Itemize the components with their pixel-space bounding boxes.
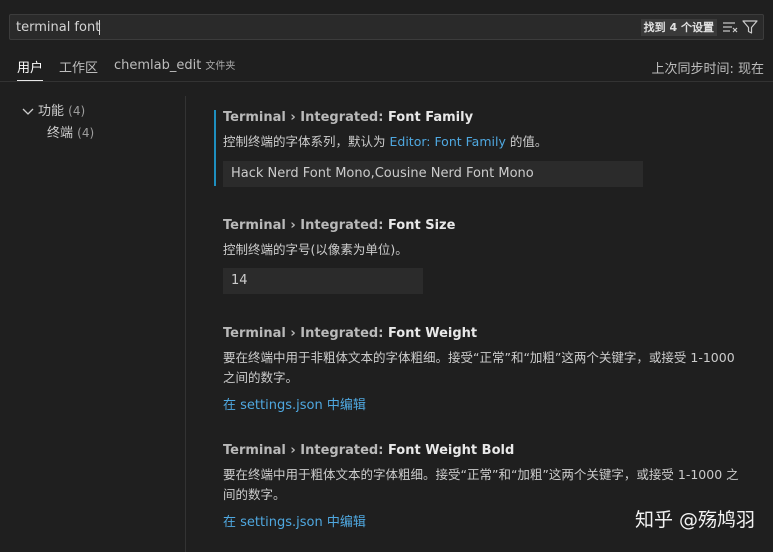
tab-user[interactable]: 用户 bbox=[17, 57, 44, 81]
setting-font-size: Terminal › Integrated: Font Size 控制终端的字号… bbox=[214, 218, 754, 298]
focus-indicator bbox=[214, 110, 216, 186]
setting-font-family: Terminal › Integrated: Font Family 控制终端的… bbox=[214, 110, 754, 190]
filter-icon[interactable] bbox=[741, 18, 759, 36]
search-result-count: 找到 4 个设置 bbox=[640, 19, 717, 36]
sync-status: 上次同步时间: 现在 bbox=[651, 62, 764, 77]
tab-folder-sublabel: 文件夹 bbox=[205, 61, 236, 72]
desc-text-after: 的值。 bbox=[505, 134, 548, 149]
setting-font-weight: Terminal › Integrated: Font Weight 要在终端中… bbox=[214, 326, 754, 416]
toc-terminal-count: (4) bbox=[77, 126, 95, 140]
toc-item-terminal[interactable]: 终端 (4) bbox=[47, 122, 94, 141]
setting-description: 控制终端的字号(以像素为单位)。 bbox=[223, 242, 408, 257]
toc-features-count: (4) bbox=[68, 104, 86, 118]
setting-title: Terminal › Integrated: Font Weight bbox=[223, 326, 477, 341]
clear-filter-icon[interactable] bbox=[721, 18, 739, 36]
edit-in-settings-json-link[interactable]: 在 settings.json 中编辑 bbox=[223, 511, 366, 530]
setting-description: 要在终端中用于非粗体文本的字体粗细。接受“正常”和“加粗”这两个关键字，或接受 … bbox=[223, 350, 735, 385]
edit-in-settings-json-link[interactable]: 在 settings.json 中编辑 bbox=[223, 394, 366, 413]
settings-search-bar[interactable]: 找到 4 个设置 bbox=[9, 14, 764, 40]
font-family-input[interactable]: Hack Nerd Font Mono,Cousine Nerd Font Mo… bbox=[223, 161, 643, 187]
toc-item-features[interactable]: 功能 (4) bbox=[22, 100, 85, 119]
toc-features-label: 功能 bbox=[38, 104, 65, 119]
setting-category: Terminal › Integrated: bbox=[223, 218, 388, 233]
chevron-down-icon bbox=[22, 108, 34, 115]
tab-folder-label: chemlab_edit bbox=[114, 58, 202, 73]
setting-category: Terminal › Integrated: bbox=[223, 326, 388, 341]
search-input[interactable] bbox=[16, 18, 576, 36]
setting-name: Font Weight Bold bbox=[387, 443, 515, 458]
setting-description: 要在终端中用于粗体文本的字体粗细。接受“正常”和“加粗”这两个关键字，或接受 1… bbox=[223, 467, 739, 502]
tab-workspace[interactable]: 工作区 bbox=[59, 57, 98, 81]
setting-name: Font Weight bbox=[387, 326, 478, 341]
setting-category: Terminal › Integrated: bbox=[223, 110, 388, 125]
setting-title: Terminal › Integrated: Font Family bbox=[223, 110, 473, 125]
setting-title: Terminal › Integrated: Font Weight Bold bbox=[223, 443, 514, 458]
settings-toc: 功能 (4) 终端 (4) bbox=[0, 96, 186, 552]
tab-folder[interactable]: chemlab_edit 文件夹 bbox=[114, 57, 235, 81]
text-caret bbox=[99, 20, 100, 35]
setting-title: Terminal › Integrated: Font Size bbox=[223, 218, 455, 233]
setting-reference-link[interactable]: Editor: Font Family bbox=[389, 134, 505, 149]
setting-name: Font Family bbox=[387, 110, 474, 125]
desc-text-before: 控制终端的字体系列，默认为 bbox=[223, 134, 390, 149]
font-size-input[interactable]: 14 bbox=[223, 268, 423, 294]
toc-divider bbox=[185, 96, 186, 552]
setting-name: Font Size bbox=[387, 218, 456, 233]
toc-terminal-label: 终端 bbox=[47, 126, 74, 141]
settings-scope-tabs: 用户 工作区 chemlab_edit 文件夹 上次同步时间: 现在 bbox=[0, 52, 773, 82]
watermark: 知乎 @殇鸠羽 bbox=[634, 509, 755, 531]
setting-category: Terminal › Integrated: bbox=[223, 443, 388, 458]
setting-description: 控制终端的字体系列，默认为 Editor: Font Family 的值。 bbox=[223, 132, 751, 152]
